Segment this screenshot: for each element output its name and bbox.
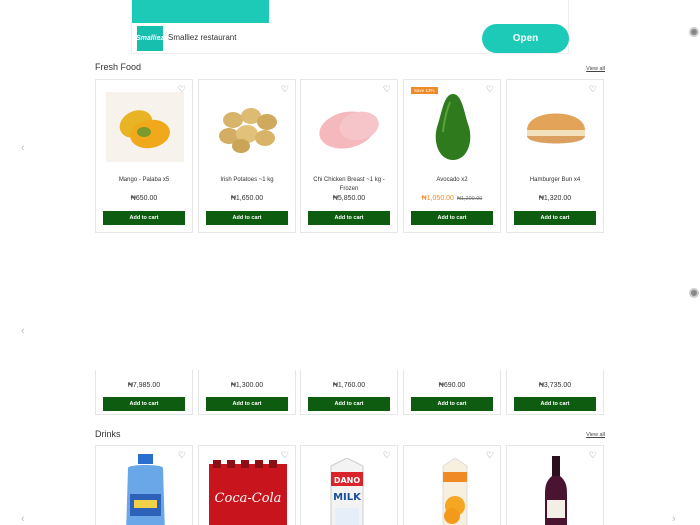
product-card[interactable]: ₦3,735.00 Add to cart — [506, 370, 604, 415]
product-card[interactable]: ♡ — [95, 445, 193, 525]
ad-logo: Smalliez — [136, 26, 164, 51]
product-price: ₦690.00 — [438, 382, 466, 389]
add-to-cart-button[interactable]: Add to cart — [308, 397, 390, 411]
ad-banner[interactable]: Smalliez Smalliez restaurant Open — [131, 0, 569, 54]
avocado-image — [414, 92, 492, 162]
heart-icon[interactable]: ♡ — [383, 450, 391, 461]
chevron-left-icon[interactable]: ‹ — [21, 325, 25, 337]
orange-juice-image — [440, 457, 470, 525]
page: Smalliez Smalliez restaurant Open Fresh … — [0, 0, 700, 525]
add-to-cart-button[interactable]: Add to cart — [411, 397, 493, 411]
product-name: Mango - Palaba x5 — [118, 177, 170, 183]
product-card[interactable]: ₦1,760.00 Add to cart — [300, 370, 398, 415]
product-card[interactable]: ♡ — [403, 445, 501, 525]
dano-milk-image: DANO MILK — [327, 457, 367, 525]
product-card[interactable]: ♡ — [506, 445, 604, 525]
add-to-cart-button[interactable]: Add to cart — [308, 211, 390, 225]
product-price: ₦3,735.00 — [538, 382, 572, 389]
ad-open-button[interactable]: Open — [482, 24, 569, 53]
potatoes-image — [209, 92, 287, 162]
add-to-cart-button[interactable]: Add to cart — [103, 397, 185, 411]
mango-image — [106, 92, 184, 162]
ad-image-strip — [132, 0, 269, 23]
settings-icon[interactable] — [689, 288, 699, 298]
add-to-cart-button[interactable]: Add to cart — [411, 211, 493, 225]
product-card[interactable]: ♡ DANO MILK — [300, 445, 398, 525]
product-card[interactable]: ₦690.00 Add to cart — [403, 370, 501, 415]
product-price: ₦650.00 — [130, 195, 158, 202]
product-name: Chi Chicken Breast ~1 kg - Frozen — [313, 177, 385, 192]
product-price: ₦1,760.00 — [332, 382, 366, 389]
view-all-link[interactable]: View all — [586, 66, 605, 72]
svg-text:DANO: DANO — [334, 476, 361, 485]
product-price: ₦5,850.00 — [332, 195, 366, 202]
add-to-cart-button[interactable]: Add to cart — [514, 211, 596, 225]
sale-price: ₦1,050.00 — [421, 195, 454, 202]
product-card[interactable]: Save 13% ♡ Avocado x2 ₦1,050.00 ₦1,200.00… — [403, 79, 501, 233]
product-name: Irish Potatoes ~1 kg — [220, 177, 274, 183]
hamburger-bun-image — [517, 92, 595, 162]
product-card[interactable]: ₦7,985.00 Add to cart — [95, 370, 193, 415]
add-to-cart-button[interactable]: Add to cart — [206, 397, 288, 411]
product-price: ₦1,300.00 — [230, 382, 264, 389]
product-price: ₦1,650.00 — [230, 195, 264, 202]
product-price: ₦1,320.00 — [538, 195, 572, 202]
product-card[interactable]: ♡ Irish Potatoes ~1 kg ₦1,650.00 Add to … — [198, 79, 296, 233]
product-card[interactable]: ♡ Mango - Palaba x5 ₦650.00 Add to cart — [95, 79, 193, 233]
svg-text:MILK: MILK — [333, 492, 362, 503]
section-title-drinks: Drinks — [95, 429, 121, 439]
ad-name: Smalliez restaurant — [168, 33, 237, 42]
product-card[interactable]: ♡ Hamburger Bun x4 ₦1,320.00 Add to cart — [506, 79, 604, 233]
section-title-fresh-food: Fresh Food — [95, 62, 142, 72]
heart-icon[interactable]: ♡ — [486, 450, 494, 461]
heart-icon[interactable]: ♡ — [589, 450, 597, 461]
chevron-left-icon[interactable]: ‹ — [21, 142, 25, 154]
add-to-cart-button[interactable]: Add to cart — [206, 211, 288, 225]
add-to-cart-button[interactable]: Add to cart — [103, 211, 185, 225]
add-to-cart-button[interactable]: Add to cart — [514, 397, 596, 411]
water-dispenser-bottle-image — [118, 454, 173, 525]
product-price: ₦1,050.00 ₦1,200.00 — [404, 195, 500, 202]
product-name: Avocado x2 — [436, 177, 468, 183]
product-name: Hamburger Bun x4 — [529, 177, 581, 183]
coca-cola-label: Coca-Cola — [215, 491, 282, 506]
chevron-right-icon[interactable]: › — [672, 513, 676, 525]
chicken-breast-image — [311, 92, 389, 162]
product-price: ₦7,985.00 — [127, 382, 161, 389]
product-card[interactable]: ₦1,300.00 Add to cart — [198, 370, 296, 415]
product-card[interactable]: ♡ Chi Chicken Breast ~1 kg - Frozen ₦5,8… — [300, 79, 398, 233]
wine-bottle-image — [541, 456, 571, 525]
heart-icon[interactable]: ♡ — [178, 450, 186, 461]
view-all-link[interactable]: View all — [586, 432, 605, 438]
coca-cola-pack-image: Coca-Cola — [207, 460, 289, 525]
settings-icon[interactable] — [689, 27, 699, 37]
old-price: ₦1,200.00 — [456, 196, 483, 202]
chevron-left-icon[interactable]: ‹ — [21, 513, 25, 525]
product-card[interactable]: ♡ Coca-Cola — [198, 445, 296, 525]
